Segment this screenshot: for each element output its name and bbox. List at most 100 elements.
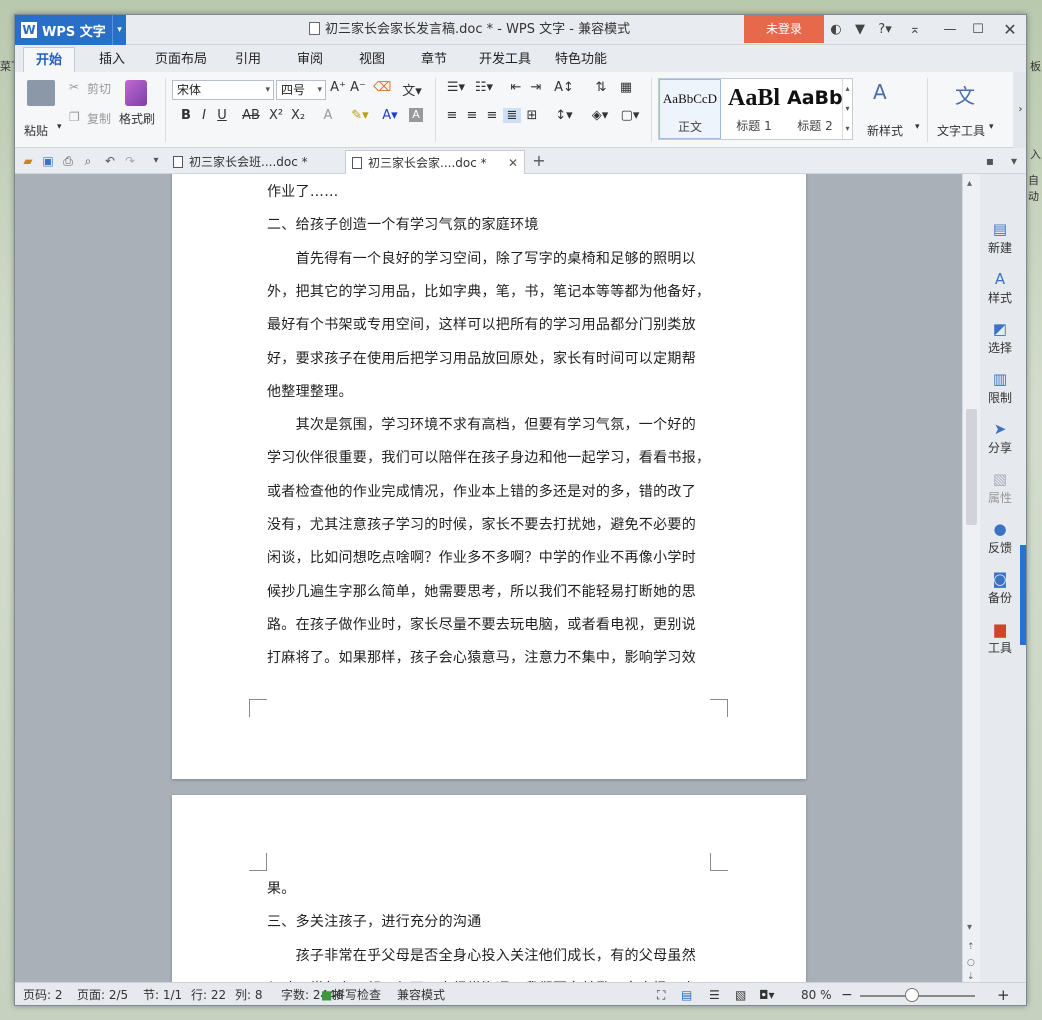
next-page-icon[interactable]: ⇣ [967, 972, 975, 982]
chevron-down-icon[interactable]: ▾ [989, 122, 994, 132]
new-style-icon[interactable]: A [873, 80, 887, 104]
tab-home[interactable]: 开始 [23, 47, 76, 72]
distribute-icon[interactable]: ⊞ [523, 108, 541, 123]
select-browse-icon[interactable]: ○ [967, 958, 975, 968]
increase-indent-icon[interactable]: ⇥ [527, 80, 545, 95]
zoom-out-icon[interactable]: − [841, 983, 853, 1005]
chevron-down-icon[interactable]: ▾ [147, 148, 165, 174]
tab-references[interactable]: 引用 [223, 47, 273, 72]
bold-icon[interactable]: B [177, 108, 195, 123]
chevron-down-icon[interactable]: ▾ [915, 122, 920, 132]
close-icon[interactable]: ✕ [1000, 15, 1020, 45]
numbering-icon[interactable]: ☷▾ [471, 80, 497, 95]
sidebar-item-style[interactable]: A 样式 [980, 269, 1020, 306]
undo-icon[interactable]: ↶ [101, 148, 119, 174]
collapse-icon[interactable]: ⌅ [905, 15, 925, 45]
shrink-font-icon[interactable]: A⁻ [349, 80, 367, 95]
tab-chapter[interactable]: 章节 [409, 47, 459, 72]
style-normal[interactable]: AaBbCcD 正文 [659, 79, 721, 139]
copy-button[interactable]: 复制 [87, 110, 111, 127]
char-shading-icon[interactable]: A [409, 108, 423, 122]
new-style-button[interactable]: 新样式 [867, 122, 903, 139]
sidebar-item-new-doc[interactable]: ▤ 新建 [980, 219, 1020, 256]
decrease-indent-icon[interactable]: ⇤ [507, 80, 525, 95]
font-name-select[interactable]: 宋体 [172, 80, 274, 100]
align-justify-icon[interactable]: ≣ [503, 108, 521, 123]
style-heading-1[interactable]: AaBl 标题 1 [723, 79, 785, 139]
tab-developer[interactable]: 开发工具 [467, 47, 543, 72]
sidebar-item-feedback[interactable]: ● 反馈 [980, 519, 1020, 556]
login-button[interactable]: 未登录 [744, 15, 824, 43]
grow-font-icon[interactable]: A⁺ [329, 80, 347, 95]
line-spacing-icon[interactable]: ↕▾ [551, 108, 577, 123]
scroll-thumb[interactable] [966, 409, 977, 525]
page-view-icon[interactable]: ▤ [681, 983, 692, 1005]
tab-menu-icon[interactable]: ▪ [981, 148, 999, 174]
scroll-down-icon[interactable]: ▾ [967, 922, 972, 933]
app-menu-button[interactable]: W WPS 文字 ▾ [15, 15, 126, 45]
new-tab-icon[interactable]: + [530, 148, 548, 174]
print-icon[interactable]: ⎙ [59, 148, 77, 174]
italic-icon[interactable]: I [195, 108, 213, 123]
font-color-icon[interactable]: A▾ [377, 108, 403, 123]
sort-icon[interactable]: ⇅ [589, 80, 613, 95]
web-view-icon[interactable]: ◘▾ [759, 983, 775, 1005]
clear-format-icon[interactable]: ⌫ [373, 80, 391, 95]
phonetic-icon[interactable]: 文▾ [399, 80, 425, 99]
scroll-up-icon[interactable]: ▴ [967, 178, 972, 189]
align-right-icon[interactable]: ≡ [483, 108, 501, 123]
table-icon[interactable]: ▦ [617, 80, 635, 95]
sidebar-item-select[interactable]: ◩ 选择 [980, 319, 1020, 356]
text-effect-icon[interactable]: A [319, 108, 337, 123]
border-icon[interactable]: ▢▾ [617, 108, 643, 123]
text-direction-icon[interactable]: A↕ [551, 80, 577, 95]
bullets-icon[interactable]: ☰▾ [443, 80, 469, 95]
align-left-icon[interactable]: ≡ [443, 108, 461, 123]
chevron-down-icon[interactable]: ▾ [57, 122, 62, 132]
sidebar-item-toolbox[interactable]: ▆ 工具 [980, 619, 1020, 656]
format-painter-icon[interactable] [125, 80, 147, 106]
style-gallery-scroll[interactable]: ▴ ▾ ▾ [842, 79, 852, 139]
zoom-level[interactable]: 80 % [801, 983, 832, 1005]
prev-page-icon[interactable]: ⇡ [967, 942, 975, 952]
vertical-scrollbar[interactable]: ▴ ▾ ⇡ ○ ⇣ [962, 174, 980, 982]
help-icon[interactable]: ?▾ [873, 15, 897, 45]
save-icon[interactable]: ▣ [39, 148, 57, 174]
redo-icon[interactable]: ↷ [121, 148, 139, 174]
align-center-icon[interactable]: ≡ [463, 108, 481, 123]
close-tab-icon[interactable]: ✕ [508, 151, 518, 175]
underline-icon[interactable]: U [213, 108, 231, 123]
subscript-icon[interactable]: X₂ [289, 108, 307, 123]
superscript-icon[interactable]: X² [267, 108, 285, 123]
paste-button[interactable]: 粘贴 [24, 122, 48, 139]
text-tools-button[interactable]: 文字工具 [937, 122, 985, 139]
copy-icon[interactable]: ❐ [69, 110, 80, 124]
shading-icon[interactable]: ◈▾ [587, 108, 613, 123]
minimize-icon[interactable]: — [940, 15, 960, 45]
font-size-select[interactable]: 四号 [276, 80, 326, 100]
open-icon[interactable]: ▰ [19, 148, 37, 174]
document-page-1[interactable]: 作业了…… 二、给孩子创造一个有学习气氛的家庭环境 首先得有一个良好的学习空间，除… [172, 174, 806, 779]
text-tools-icon[interactable]: 文 [955, 80, 975, 109]
tab-page-layout[interactable]: 页面布局 [143, 47, 219, 72]
document-page-2[interactable]: 果。 三、多关注孩子，进行充分的沟通 孩子非常在乎父母是否全身心投入关注他们成长，… [172, 795, 806, 982]
scissors-icon[interactable]: ✂ [69, 80, 79, 94]
sidebar-item-backup[interactable]: ◙ 备份 [980, 569, 1020, 606]
reading-view-icon[interactable]: ▧ [735, 983, 746, 1005]
ribbon-scroll-right-icon[interactable]: › [1013, 72, 1026, 148]
shirt-icon[interactable]: ▼ [851, 15, 869, 45]
highlight-icon[interactable]: ✎▾ [347, 108, 373, 123]
cut-button[interactable]: 剪切 [87, 80, 111, 97]
doc-tab-2[interactable]: 初三家长会家....doc * ✕ [345, 150, 525, 174]
print-preview-icon[interactable]: ⌕ [79, 148, 97, 174]
format-painter-button[interactable]: 格式刷 [119, 110, 155, 127]
chevron-down-icon[interactable]: ▾ [112, 15, 126, 45]
paste-icon[interactable] [27, 80, 55, 106]
fullscreen-icon[interactable]: ⛶ [657, 983, 665, 1005]
tab-special[interactable]: 特色功能 [543, 47, 619, 72]
sidebar-item-share[interactable]: ➤ 分享 [980, 419, 1020, 456]
zoom-in-icon[interactable]: + [997, 983, 1010, 1005]
strikethrough-icon[interactable]: AB [239, 108, 263, 123]
skin-icon[interactable]: ◐ [827, 15, 845, 45]
status-spell-check[interactable]: 拼写检查 [333, 983, 381, 1005]
